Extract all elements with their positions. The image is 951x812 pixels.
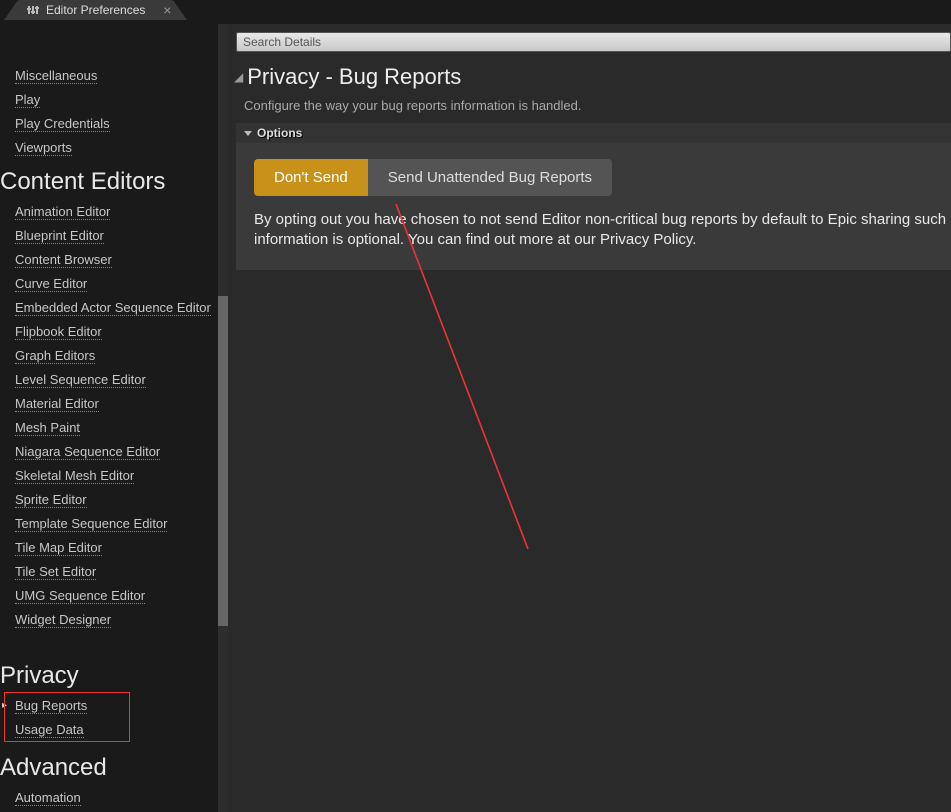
- tab-bar: Editor Preferences ×: [0, 0, 951, 24]
- category-header-content-editors: Content Editors: [0, 160, 228, 200]
- sidebar-top-group: Miscellaneous Play Play Credentials View…: [0, 34, 228, 160]
- sidebar-item-niagara-sequence-editor[interactable]: Niagara Sequence Editor: [0, 440, 228, 464]
- sidebar-item-viewports[interactable]: Viewports: [0, 136, 228, 160]
- page-title: Privacy - Bug Reports: [247, 60, 461, 94]
- options-header[interactable]: Options: [236, 123, 951, 143]
- sidebar-item-animation-editor[interactable]: Animation Editor: [0, 200, 228, 224]
- sidebar-advanced-group: Automation Crash Reporter: [0, 786, 228, 812]
- sidebar: Miscellaneous Play Play Credentials View…: [0, 24, 228, 812]
- sidebar-item-flipbook-editor[interactable]: Flipbook Editor: [0, 320, 228, 344]
- sidebar-item-widget-designer[interactable]: Widget Designer: [0, 608, 228, 632]
- search-input[interactable]: Search Details: [236, 32, 951, 52]
- sidebar-item-automation[interactable]: Automation: [0, 786, 228, 810]
- close-icon[interactable]: ×: [163, 2, 171, 18]
- sidebar-item-curve-editor[interactable]: Curve Editor: [0, 272, 228, 296]
- sidebar-content-editors-group: Animation Editor Blueprint Editor Conten…: [0, 200, 228, 632]
- sidebar-item-material-editor[interactable]: Material Editor: [0, 392, 228, 416]
- chevron-down-icon: [244, 131, 252, 136]
- preferences-icon: [26, 3, 40, 17]
- category-header-privacy: Privacy: [0, 654, 228, 694]
- sidebar-item-play[interactable]: Play: [0, 88, 228, 112]
- bug-report-mode-toggle: Don't Send Send Unattended Bug Reports: [254, 159, 612, 196]
- sidebar-item-bug-reports[interactable]: Bug Reports: [0, 694, 228, 718]
- content-panel: Search Details ◢ Privacy - Bug Reports C…: [228, 24, 951, 812]
- sidebar-item-blueprint-editor[interactable]: Blueprint Editor: [0, 224, 228, 248]
- options-description: By opting out you have chosen to not sen…: [236, 196, 951, 250]
- dont-send-button[interactable]: Don't Send: [254, 159, 368, 196]
- send-unattended-button[interactable]: Send Unattended Bug Reports: [368, 159, 612, 196]
- sidebar-item-graph-editors[interactable]: Graph Editors: [0, 344, 228, 368]
- tab-editor-preferences[interactable]: Editor Preferences ×: [18, 0, 173, 20]
- search-placeholder: Search Details: [243, 35, 321, 49]
- sidebar-item-usage-data[interactable]: Usage Data: [0, 718, 228, 742]
- sidebar-item-umg-sequence-editor[interactable]: UMG Sequence Editor: [0, 584, 228, 608]
- sidebar-item-tile-set-editor[interactable]: Tile Set Editor: [0, 560, 228, 584]
- sidebar-item-mesh-paint[interactable]: Mesh Paint: [0, 416, 228, 440]
- section-header-row[interactable]: ◢ Privacy - Bug Reports: [228, 60, 951, 94]
- sidebar-item-skeletal-mesh-editor[interactable]: Skeletal Mesh Editor: [0, 464, 228, 488]
- sidebar-item-sprite-editor[interactable]: Sprite Editor: [0, 488, 228, 512]
- sidebar-privacy-group: Bug Reports Usage Data: [0, 694, 228, 742]
- tab-title: Editor Preferences: [46, 3, 145, 17]
- sidebar-item-miscellaneous[interactable]: Miscellaneous: [0, 64, 228, 88]
- sidebar-item-content-browser[interactable]: Content Browser: [0, 248, 228, 272]
- sidebar-item-level-sequence-editor[interactable]: Level Sequence Editor: [0, 368, 228, 392]
- sidebar-item-template-sequence-editor[interactable]: Template Sequence Editor: [0, 512, 228, 536]
- options-label: Options: [257, 126, 302, 140]
- sidebar-item-tile-map-editor[interactable]: Tile Map Editor: [0, 536, 228, 560]
- sidebar-item-embedded-actor-sequence-editor[interactable]: Embedded Actor Sequence Editor: [0, 296, 228, 320]
- collapse-icon: ◢: [234, 70, 243, 84]
- options-body: Don't Send Send Unattended Bug Reports B…: [236, 143, 951, 270]
- category-header-advanced: Advanced: [0, 746, 228, 786]
- page-description: Configure the way your bug reports infor…: [228, 94, 951, 123]
- sidebar-scrollbar-thumb[interactable]: [218, 296, 228, 626]
- sidebar-item-play-credentials[interactable]: Play Credentials: [0, 112, 228, 136]
